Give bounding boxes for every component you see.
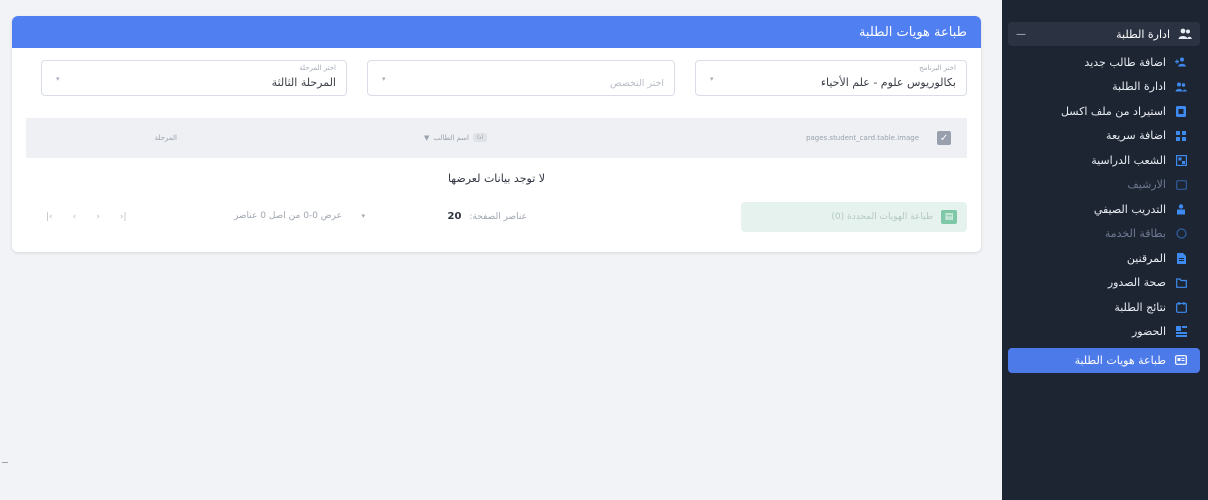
results-icon [1175,301,1187,313]
program-select[interactable]: اختر البرنامج بكالوريوس علوم - علم الأحي… [695,60,967,96]
stage-select[interactable]: اختر المرحلة المرحلة الثالثة ▾ [41,60,347,96]
sidebar-item-label: الشعب الدراسية [1091,153,1166,167]
sidebar-item-manage-students[interactable]: ادارة الطلبة [1008,75,1200,100]
sidebar-item-service-card[interactable]: بطاقة الخدمة [1008,222,1200,247]
table-header: ✓ pages.student_card.table.image اذا اسم… [26,118,967,158]
sort-badge: اذا [472,133,487,142]
excel-icon [1175,105,1187,117]
chevron-down-icon: ▾ [56,75,60,83]
attendance-icon [1175,326,1187,338]
prev-page-icon[interactable]: ‹ [73,212,77,222]
sidebar-item-label: الحضور [1131,325,1166,339]
sidebar-item-label: التدريب الصيفي [1093,202,1166,216]
sidebar-item-label: استيراد من ملف اكسل [1060,104,1166,118]
empty-state: لا توجد بيانات لعرضها [447,172,546,185]
sections-icon [1175,154,1187,166]
select-all-checkbox[interactable]: ✓ [937,131,951,145]
stage-select-value: المرحلة الثالثة [271,76,336,89]
specialization-select-placeholder: اختر التخصص [609,78,664,89]
column-header-name[interactable]: اذا اسم الطالب ▼ [424,133,487,142]
sidebar-item-print-student-ids[interactable]: طباعة هويات الطلبة [1008,348,1200,373]
sidebar-item-label: الارشيف [1127,178,1166,192]
users-group-icon [1178,27,1192,41]
sidebar-item-label: اضافة طالب جديد [1084,55,1166,69]
last-page-icon[interactable]: ›| [120,212,127,222]
print-icon: ▤ [941,210,957,224]
sidebar-item-add-student[interactable]: اضافة طالب جديد [1008,50,1200,75]
chevron-down-icon: ▾ [382,75,386,83]
first-page-icon[interactable]: |‹ [46,212,53,222]
sidebar-item-label: المرقنين [1126,251,1166,265]
sidebar-item-sections[interactable]: الشعب الدراسية [1008,148,1200,173]
print-selected-ids-button[interactable]: ▤ طباعة الهويات المحددة (0) [741,202,967,232]
sidebar-item-graduates[interactable]: المرقنين [1008,246,1200,271]
next-page-icon[interactable]: › [96,212,100,222]
sidebar-item-label: طباعة هويات الطلبة [1074,353,1166,367]
sidebar-item-label: اضافة سريعة [1106,129,1166,143]
chevron-up-icon: — [1016,28,1026,40]
app-root: طباعة هويات الطلبة اختر البرنامج بكالوري… [0,0,1208,500]
chevron-down-icon[interactable]: ▾ [361,212,365,220]
chevron-down-icon: ▾ [710,75,714,83]
program-select-label: اختر البرنامج [919,64,956,72]
card-icon [1175,228,1187,240]
training-icon [1175,203,1187,215]
program-select-value: بكالوريوس علوم - علم الأحياء [820,76,956,89]
column-header-name-label: اسم الطالب [433,133,469,142]
users-icon [1175,81,1187,93]
sidebar: ادارة الطلبة — اضافة طالب جديد ادارة الط… [1002,0,1208,500]
sidebar-item-issuance[interactable]: صحة الصدور [1008,271,1200,296]
add-user-icon [1175,56,1187,68]
sidebar-item-label: نتائج الطلبة [1114,300,1166,314]
range-label: عرض 0-0 من اصل 0 عناصر [233,211,342,221]
column-header-stage: المرحلة [154,134,177,142]
main-card: طباعة هويات الطلبة اختر البرنامج بكالوري… [12,16,981,252]
sidebar-nav: اضافة طالب جديد ادارة الطلبة استيراد من … [1002,50,1208,373]
folder-icon [1175,277,1187,289]
sidebar-item-label: صحة الصدور [1107,276,1166,290]
grid-add-icon [1175,130,1187,142]
sidebar-item-summer-training[interactable]: التدريب الصيفي [1008,197,1200,222]
sidebar-item-attendance[interactable]: الحضور [1008,320,1200,345]
page-title: طباعة هويات الطلبة [858,24,967,40]
column-header-image: pages.student_card.table.image [806,134,919,142]
sort-arrow-icon: ▼ [423,133,430,142]
sidebar-item-quick-add[interactable]: اضافة سريعة [1008,124,1200,149]
print-selected-ids-label: طباعة الهويات المحددة (0) [831,212,933,222]
sidebar-item-label: بطاقة الخدمة [1104,227,1166,241]
sidebar-group-label: ادارة الطلبة [1116,27,1170,41]
id-card-icon [1175,354,1187,366]
items-per-page-select[interactable]: 20 [448,211,462,222]
sidebar-item-label: ادارة الطلبة [1112,80,1166,94]
stage-select-label: اختر المرحلة [299,64,336,72]
divider [2,462,8,463]
sidebar-item-results[interactable]: نتائج الطلبة [1008,295,1200,320]
sidebar-item-import-excel[interactable]: استيراد من ملف اكسل [1008,99,1200,124]
sidebar-group-student-management[interactable]: ادارة الطلبة — [1008,22,1200,46]
filters-row: اختر البرنامج بكالوريوس علوم - علم الأحي… [12,48,981,110]
archive-icon [1175,179,1187,191]
page-navigation: |‹ ‹ › ›| [46,212,127,222]
pagination-bar: ▤ طباعة الهويات المحددة (0) عناصر الصفحة… [26,202,967,232]
items-per-page-label: عناصر الصفحة: [469,211,527,222]
document-icon [1175,252,1187,264]
specialization-select[interactable]: اختر التخصص ▾ [367,60,675,96]
page-header: طباعة هويات الطلبة [12,16,981,48]
items-per-page: عناصر الصفحة: 20 [448,211,528,222]
sidebar-item-archive[interactable]: الارشيف [1008,173,1200,198]
